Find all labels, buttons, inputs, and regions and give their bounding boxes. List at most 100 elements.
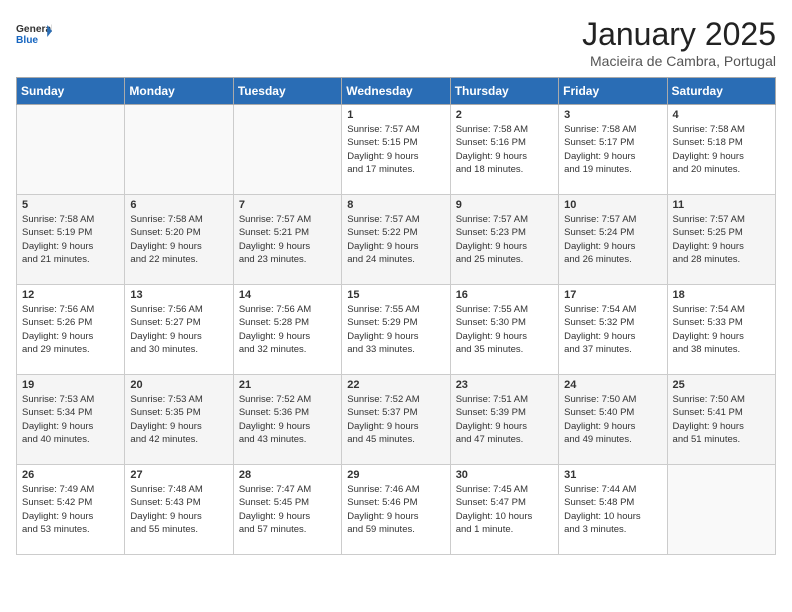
day-info: Sunrise: 7:53 AM Sunset: 5:35 PM Dayligh… [130,393,227,446]
day-number: 14 [239,289,336,301]
day-info: Sunrise: 7:54 AM Sunset: 5:33 PM Dayligh… [673,303,770,356]
calendar-cell: 18Sunrise: 7:54 AM Sunset: 5:33 PM Dayli… [667,285,775,375]
day-number: 16 [456,289,553,301]
day-number: 29 [347,469,444,481]
calendar-table: SundayMondayTuesdayWednesdayThursdayFrid… [16,77,776,555]
day-number: 20 [130,379,227,391]
calendar-cell: 30 Sunrise: 7:45 AM Sunset: 5:47 PM Dayli… [450,465,558,555]
calendar-cell: 23 Sunrise: 7:51 AM Sunset: 5:39 PM Dayli… [450,375,558,465]
day-info: Sunrise: 7:50 AM Sunset: 5:41 PM Dayligh… [673,393,770,446]
day-info: Sunrise: 7:48 AM Sunset: 5:43 PM Dayligh… [130,483,227,536]
day-number: 17 [564,289,661,301]
logo-svg: General Blue [16,16,52,52]
svg-text:General: General [16,24,52,35]
day-info: Sunrise: 7:58 AM Sunset: 5:18 PM Dayligh… [673,123,770,176]
calendar-cell: 3 Sunrise: 7:58 AM Sunset: 5:17 PM Daylig… [559,105,667,195]
day-info: Sunrise: 7:56 AM Sunset: 5:27 PM Dayligh… [130,303,227,356]
day-number: 13 [130,289,227,301]
day-info: Sunrise: 7:58 AM Sunset: 5:17 PM Dayligh… [564,123,661,176]
day-number: 21 [239,379,336,391]
weekday-header: Monday [125,78,233,105]
calendar-cell: 5Sunrise: 7:58 AM Sunset: 5:19 PM Daylig… [17,195,125,285]
title-block: January 2025 Macieira de Cambra, Portuga… [582,16,776,69]
calendar-cell: 12Sunrise: 7:56 AM Sunset: 5:26 PM Dayli… [17,285,125,375]
calendar-cell: 28Sunrise: 7:47 AM Sunset: 5:45 PM Dayli… [233,465,341,555]
day-number: 1 [347,109,444,121]
weekday-header: Sunday [17,78,125,105]
calendar-cell: 22 Sunrise: 7:52 AM Sunset: 5:37 PM Dayli… [342,375,450,465]
day-number: 7 [239,199,336,211]
day-number: 6 [130,199,227,211]
calendar-cell: 19Sunrise: 7:53 AM Sunset: 5:34 PM Dayli… [17,375,125,465]
calendar-cell: 17 Sunrise: 7:54 AM Sunset: 5:32 PM Dayli… [559,285,667,375]
calendar-title: January 2025 [582,16,776,53]
calendar-cell [667,465,775,555]
day-number: 23 [456,379,553,391]
day-number: 15 [347,289,444,301]
day-info: Sunrise: 7:49 AM Sunset: 5:42 PM Dayligh… [22,483,119,536]
calendar-cell: 9 Sunrise: 7:57 AM Sunset: 5:23 PM Daylig… [450,195,558,285]
day-info: Sunrise: 7:46 AM Sunset: 5:46 PM Dayligh… [347,483,444,536]
calendar-cell: 4Sunrise: 7:58 AM Sunset: 5:18 PM Daylig… [667,105,775,195]
calendar-cell: 7 Sunrise: 7:57 AM Sunset: 5:21 PM Daylig… [233,195,341,285]
calendar-cell: 1 Sunrise: 7:57 AM Sunset: 5:15 PM Daylig… [342,105,450,195]
calendar-cell: 20 Sunrise: 7:53 AM Sunset: 5:35 PM Dayli… [125,375,233,465]
calendar-cell: 29 Sunrise: 7:46 AM Sunset: 5:46 PM Dayli… [342,465,450,555]
weekday-header: Thursday [450,78,558,105]
day-number: 31 [564,469,661,481]
day-info: Sunrise: 7:57 AM Sunset: 5:21 PM Dayligh… [239,213,336,266]
day-info: Sunrise: 7:57 AM Sunset: 5:25 PM Dayligh… [673,213,770,266]
day-number: 25 [673,379,770,391]
day-number: 28 [239,469,336,481]
day-number: 27 [130,469,227,481]
calendar-week-row: 1 Sunrise: 7:57 AM Sunset: 5:15 PM Daylig… [17,105,776,195]
calendar-week-row: 12Sunrise: 7:56 AM Sunset: 5:26 PM Dayli… [17,285,776,375]
calendar-cell: 15 Sunrise: 7:55 AM Sunset: 5:29 PM Dayli… [342,285,450,375]
day-number: 9 [456,199,553,211]
calendar-cell: 24 Sunrise: 7:50 AM Sunset: 5:40 PM Dayli… [559,375,667,465]
day-info: Sunrise: 7:45 AM Sunset: 5:47 PM Dayligh… [456,483,553,536]
calendar-cell: 11 Sunrise: 7:57 AM Sunset: 5:25 PM Dayli… [667,195,775,285]
calendar-cell: 13 Sunrise: 7:56 AM Sunset: 5:27 PM Dayli… [125,285,233,375]
day-info: Sunrise: 7:52 AM Sunset: 5:36 PM Dayligh… [239,393,336,446]
weekday-header: Friday [559,78,667,105]
day-number: 24 [564,379,661,391]
day-info: Sunrise: 7:57 AM Sunset: 5:15 PM Dayligh… [347,123,444,176]
day-number: 2 [456,109,553,121]
day-info: Sunrise: 7:57 AM Sunset: 5:22 PM Dayligh… [347,213,444,266]
day-number: 3 [564,109,661,121]
day-info: Sunrise: 7:55 AM Sunset: 5:29 PM Dayligh… [347,303,444,356]
calendar-cell [17,105,125,195]
day-info: Sunrise: 7:58 AM Sunset: 5:19 PM Dayligh… [22,213,119,266]
day-info: Sunrise: 7:52 AM Sunset: 5:37 PM Dayligh… [347,393,444,446]
day-number: 30 [456,469,553,481]
calendar-cell [125,105,233,195]
calendar-cell: 21 Sunrise: 7:52 AM Sunset: 5:36 PM Dayli… [233,375,341,465]
day-info: Sunrise: 7:58 AM Sunset: 5:16 PM Dayligh… [456,123,553,176]
page-header: General Blue January 2025 Macieira de Ca… [16,16,776,69]
logo: General Blue [16,16,52,52]
calendar-cell: 25 Sunrise: 7:50 AM Sunset: 5:41 PM Dayli… [667,375,775,465]
day-info: Sunrise: 7:58 AM Sunset: 5:20 PM Dayligh… [130,213,227,266]
day-info: Sunrise: 7:56 AM Sunset: 5:26 PM Dayligh… [22,303,119,356]
calendar-cell: 6 Sunrise: 7:58 AM Sunset: 5:20 PM Daylig… [125,195,233,285]
day-info: Sunrise: 7:54 AM Sunset: 5:32 PM Dayligh… [564,303,661,356]
day-info: Sunrise: 7:56 AM Sunset: 5:28 PM Dayligh… [239,303,336,356]
day-number: 11 [673,199,770,211]
calendar-cell: 16 Sunrise: 7:55 AM Sunset: 5:30 PM Dayli… [450,285,558,375]
day-info: Sunrise: 7:51 AM Sunset: 5:39 PM Dayligh… [456,393,553,446]
day-info: Sunrise: 7:57 AM Sunset: 5:23 PM Dayligh… [456,213,553,266]
day-number: 8 [347,199,444,211]
calendar-week-row: 19Sunrise: 7:53 AM Sunset: 5:34 PM Dayli… [17,375,776,465]
day-info: Sunrise: 7:55 AM Sunset: 5:30 PM Dayligh… [456,303,553,356]
svg-text:Blue: Blue [16,35,38,46]
day-info: Sunrise: 7:50 AM Sunset: 5:40 PM Dayligh… [564,393,661,446]
day-number: 10 [564,199,661,211]
calendar-cell: 8 Sunrise: 7:57 AM Sunset: 5:22 PM Daylig… [342,195,450,285]
calendar-cell: 14 Sunrise: 7:56 AM Sunset: 5:28 PM Dayli… [233,285,341,375]
calendar-week-row: 5Sunrise: 7:58 AM Sunset: 5:19 PM Daylig… [17,195,776,285]
day-info: Sunrise: 7:44 AM Sunset: 5:48 PM Dayligh… [564,483,661,536]
weekday-header: Saturday [667,78,775,105]
day-info: Sunrise: 7:57 AM Sunset: 5:24 PM Dayligh… [564,213,661,266]
day-number: 22 [347,379,444,391]
